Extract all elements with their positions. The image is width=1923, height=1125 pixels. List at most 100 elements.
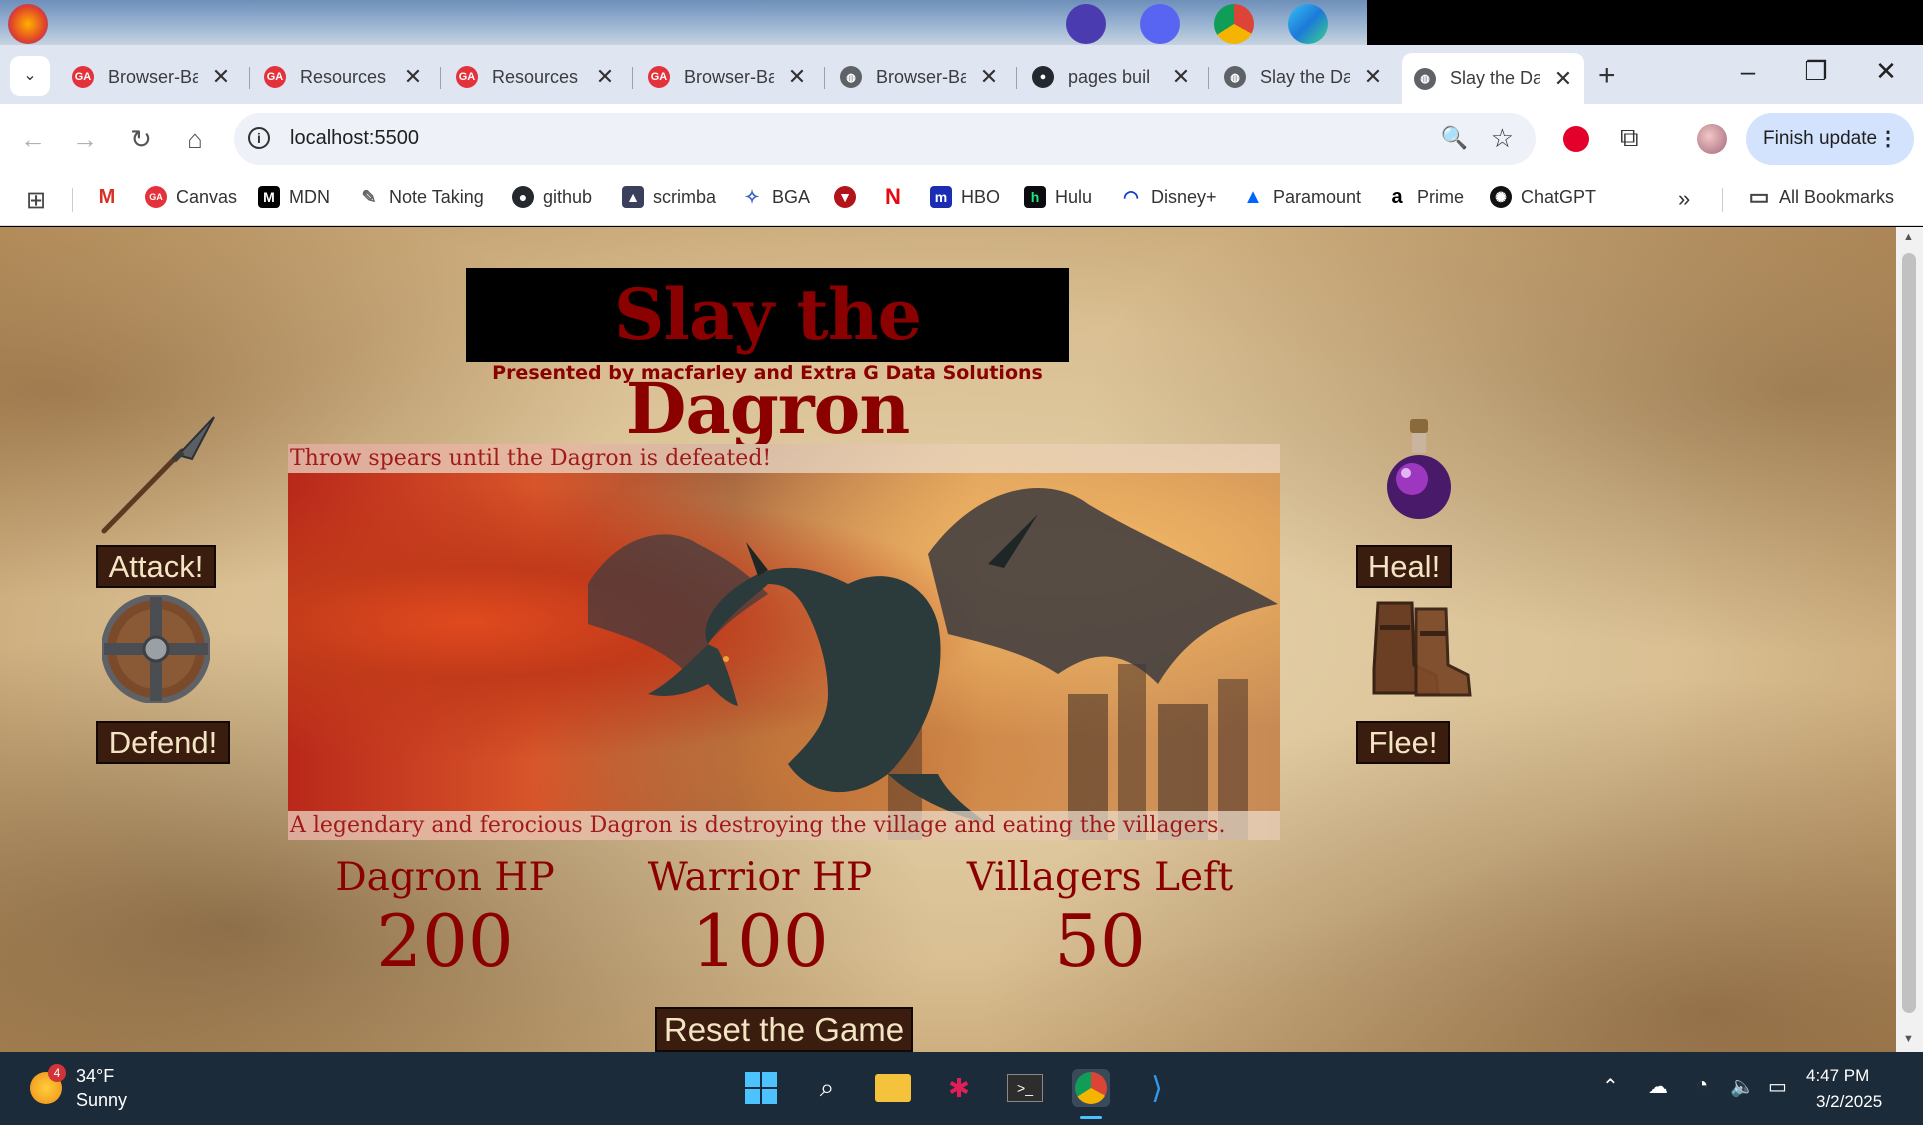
close-icon[interactable]: ✕	[1170, 64, 1192, 90]
weather-temperature[interactable]: 34°F	[76, 1066, 114, 1087]
bookmark-label: github	[543, 186, 593, 207]
back-arrow-icon[interactable]: ←	[16, 124, 50, 155]
gmail-icon: M	[96, 186, 118, 208]
bookmark-bga[interactable]: ✧ BGA	[741, 186, 810, 208]
bookmark-scrimba[interactable]: ▲ scrimba	[622, 186, 716, 208]
stat-label: Villagers Left	[966, 855, 1234, 900]
hbo-icon: m	[930, 186, 952, 208]
firefox-icon[interactable]	[8, 4, 48, 44]
bookmark-note-taking[interactable]: ✎ Note Taking	[358, 186, 483, 208]
address-bar[interactable]: i localhost:5500 🔍 ☆	[234, 113, 1536, 165]
bookmark-devil[interactable]: ▼	[834, 186, 865, 208]
tab-slay-the-dagron-active[interactable]: ◍ Slay the Da ✕	[1402, 53, 1584, 104]
heal-button[interactable]: Heal!	[1356, 545, 1452, 588]
new-tab-button[interactable]: +	[1598, 59, 1616, 93]
terminal-icon[interactable]: >_	[1006, 1069, 1044, 1107]
tray-overflow-chevron-icon[interactable]: ⌃	[1602, 1074, 1619, 1099]
close-icon[interactable]: ✕	[594, 64, 616, 90]
forward-arrow-icon[interactable]: →	[68, 124, 102, 155]
scroll-up-arrow-icon[interactable]: ▲	[1903, 231, 1914, 243]
bga-icon: ✧	[744, 186, 760, 207]
globe-icon: ◍	[1414, 67, 1436, 90]
minimize-button[interactable]: –	[1728, 56, 1768, 87]
scrollbar-thumb[interactable]	[1902, 253, 1916, 1013]
tab-title: Browser-Ba	[684, 66, 774, 87]
proton-pass-icon[interactable]	[1066, 4, 1106, 44]
close-icon[interactable]: ✕	[978, 64, 1000, 90]
chrome-taskbar-icon[interactable]	[1072, 1069, 1110, 1107]
tab-separator	[440, 67, 441, 89]
bookmarks-bar: ⊞ M GA Canvas M MDN ✎ Note Taking ● github ▲…	[0, 174, 1923, 226]
flee-button[interactable]: Flee!	[1356, 721, 1450, 764]
tab-browser-ba-1[interactable]: GA Browser-Ba ✕	[60, 57, 242, 97]
clock-date[interactable]: 3/2/2025	[1816, 1092, 1882, 1112]
close-icon[interactable]: ✕	[402, 64, 424, 90]
extensions-puzzle-icon[interactable]: ⧉	[1620, 122, 1639, 154]
tab-pages-build[interactable]: ● pages buil ✕	[1020, 57, 1202, 97]
site-info-icon[interactable]: i	[248, 127, 270, 149]
bookmark-github[interactable]: ● github	[512, 186, 592, 208]
restore-button[interactable]: ❐	[1796, 56, 1836, 87]
bookmark-disney[interactable]: ◠ Disney+	[1120, 186, 1216, 208]
more-bookmarks-chevron-icon[interactable]: »	[1678, 186, 1690, 212]
tab-slay-the-dagron-1[interactable]: ◍ Slay the Da ✕	[1212, 57, 1394, 97]
scroll-down-arrow-icon[interactable]: ▼	[1903, 1033, 1914, 1045]
stat-label: Warrior HP	[647, 855, 873, 900]
defend-button[interactable]: Defend!	[96, 721, 230, 764]
tab-strip: ⌄ GA Browser-Ba ✕ GA Resources ✕ GA Reso…	[0, 45, 1923, 104]
close-icon[interactable]: ✕	[210, 64, 232, 90]
bookmark-label: Hulu	[1055, 186, 1093, 207]
clock-time[interactable]: 4:47 PM	[1806, 1066, 1869, 1086]
tab-resources-2[interactable]: GA Resources ✕	[444, 57, 626, 97]
bookmark-netflix[interactable]: N	[882, 184, 913, 209]
warrior-hp-value: 100	[691, 899, 829, 983]
reset-game-button[interactable]: Reset the Game	[655, 1007, 913, 1052]
windows-start-icon[interactable]	[742, 1069, 780, 1107]
bookmark-hbo[interactable]: m HBO	[930, 186, 1000, 208]
volume-icon[interactable]: 🔈	[1730, 1074, 1755, 1099]
bookmark-prime[interactable]: a Prime	[1386, 186, 1464, 208]
search-icon[interactable]: ⌕	[808, 1069, 846, 1107]
profile-avatar[interactable]	[1697, 124, 1727, 154]
wifi-icon[interactable]: ◔	[1696, 1074, 1708, 1097]
onedrive-icon[interactable]: ☁	[1648, 1074, 1668, 1099]
finish-update-button[interactable]: Finish update ⋮	[1746, 113, 1914, 165]
bookmark-hulu[interactable]: h Hulu	[1024, 186, 1092, 208]
close-window-button[interactable]: ✕	[1866, 56, 1906, 87]
bookmark-chatgpt[interactable]: ✺ ChatGPT	[1490, 186, 1596, 208]
edge-icon[interactable]	[1288, 4, 1328, 44]
tab-browser-ba-3[interactable]: ◍ Browser-Ba ✕	[828, 57, 1010, 97]
hulu-icon: h	[1024, 186, 1046, 208]
file-explorer-icon[interactable]	[874, 1069, 912, 1107]
bookmark-mdn[interactable]: M MDN	[258, 186, 330, 208]
amazon-icon: a	[1391, 185, 1403, 208]
page-scrollbar[interactable]: ▲ ▼	[1896, 227, 1923, 1052]
zoom-icon[interactable]: 🔍	[1441, 125, 1468, 151]
reload-icon[interactable]: ↻	[124, 124, 158, 155]
slack-icon[interactable]: ✱	[940, 1069, 978, 1107]
weather-condition[interactable]: Sunny	[76, 1090, 127, 1111]
all-bookmarks-folder[interactable]: ▭ All Bookmarks	[1748, 184, 1894, 209]
battery-icon[interactable]: ▭	[1768, 1074, 1787, 1099]
tab-resources-1[interactable]: GA Resources ✕	[252, 57, 434, 97]
vscode-icon[interactable]: ⟩	[1138, 1069, 1176, 1107]
instruction-caption: Throw spears until the Dagron is defeate…	[288, 444, 1280, 473]
close-icon[interactable]: ✕	[1362, 64, 1384, 90]
tab-browser-ba-2[interactable]: GA Browser-Ba ✕	[636, 57, 818, 97]
close-icon[interactable]: ✕	[1552, 66, 1574, 92]
disney-icon: ◠	[1123, 186, 1139, 207]
opera-extension-icon[interactable]	[1563, 126, 1589, 152]
attack-button[interactable]: Attack!	[96, 545, 216, 588]
tab-search-button[interactable]: ⌄	[10, 56, 50, 96]
menu-kebab-icon[interactable]: ⋮	[1878, 126, 1898, 151]
chrome-desktop-icon[interactable]	[1214, 4, 1254, 44]
bookmark-star-icon[interactable]: ☆	[1491, 123, 1514, 154]
discord-icon[interactable]	[1140, 4, 1180, 44]
apps-grid-icon[interactable]: ⊞	[26, 186, 46, 215]
url-text[interactable]: localhost:5500	[290, 127, 419, 150]
close-icon[interactable]: ✕	[786, 64, 808, 90]
home-icon[interactable]: ⌂	[178, 124, 212, 155]
bookmark-gmail[interactable]: M	[96, 186, 127, 208]
bookmark-paramount[interactable]: ▲ Paramount	[1242, 186, 1361, 208]
bookmark-canvas[interactable]: GA Canvas	[145, 186, 237, 208]
